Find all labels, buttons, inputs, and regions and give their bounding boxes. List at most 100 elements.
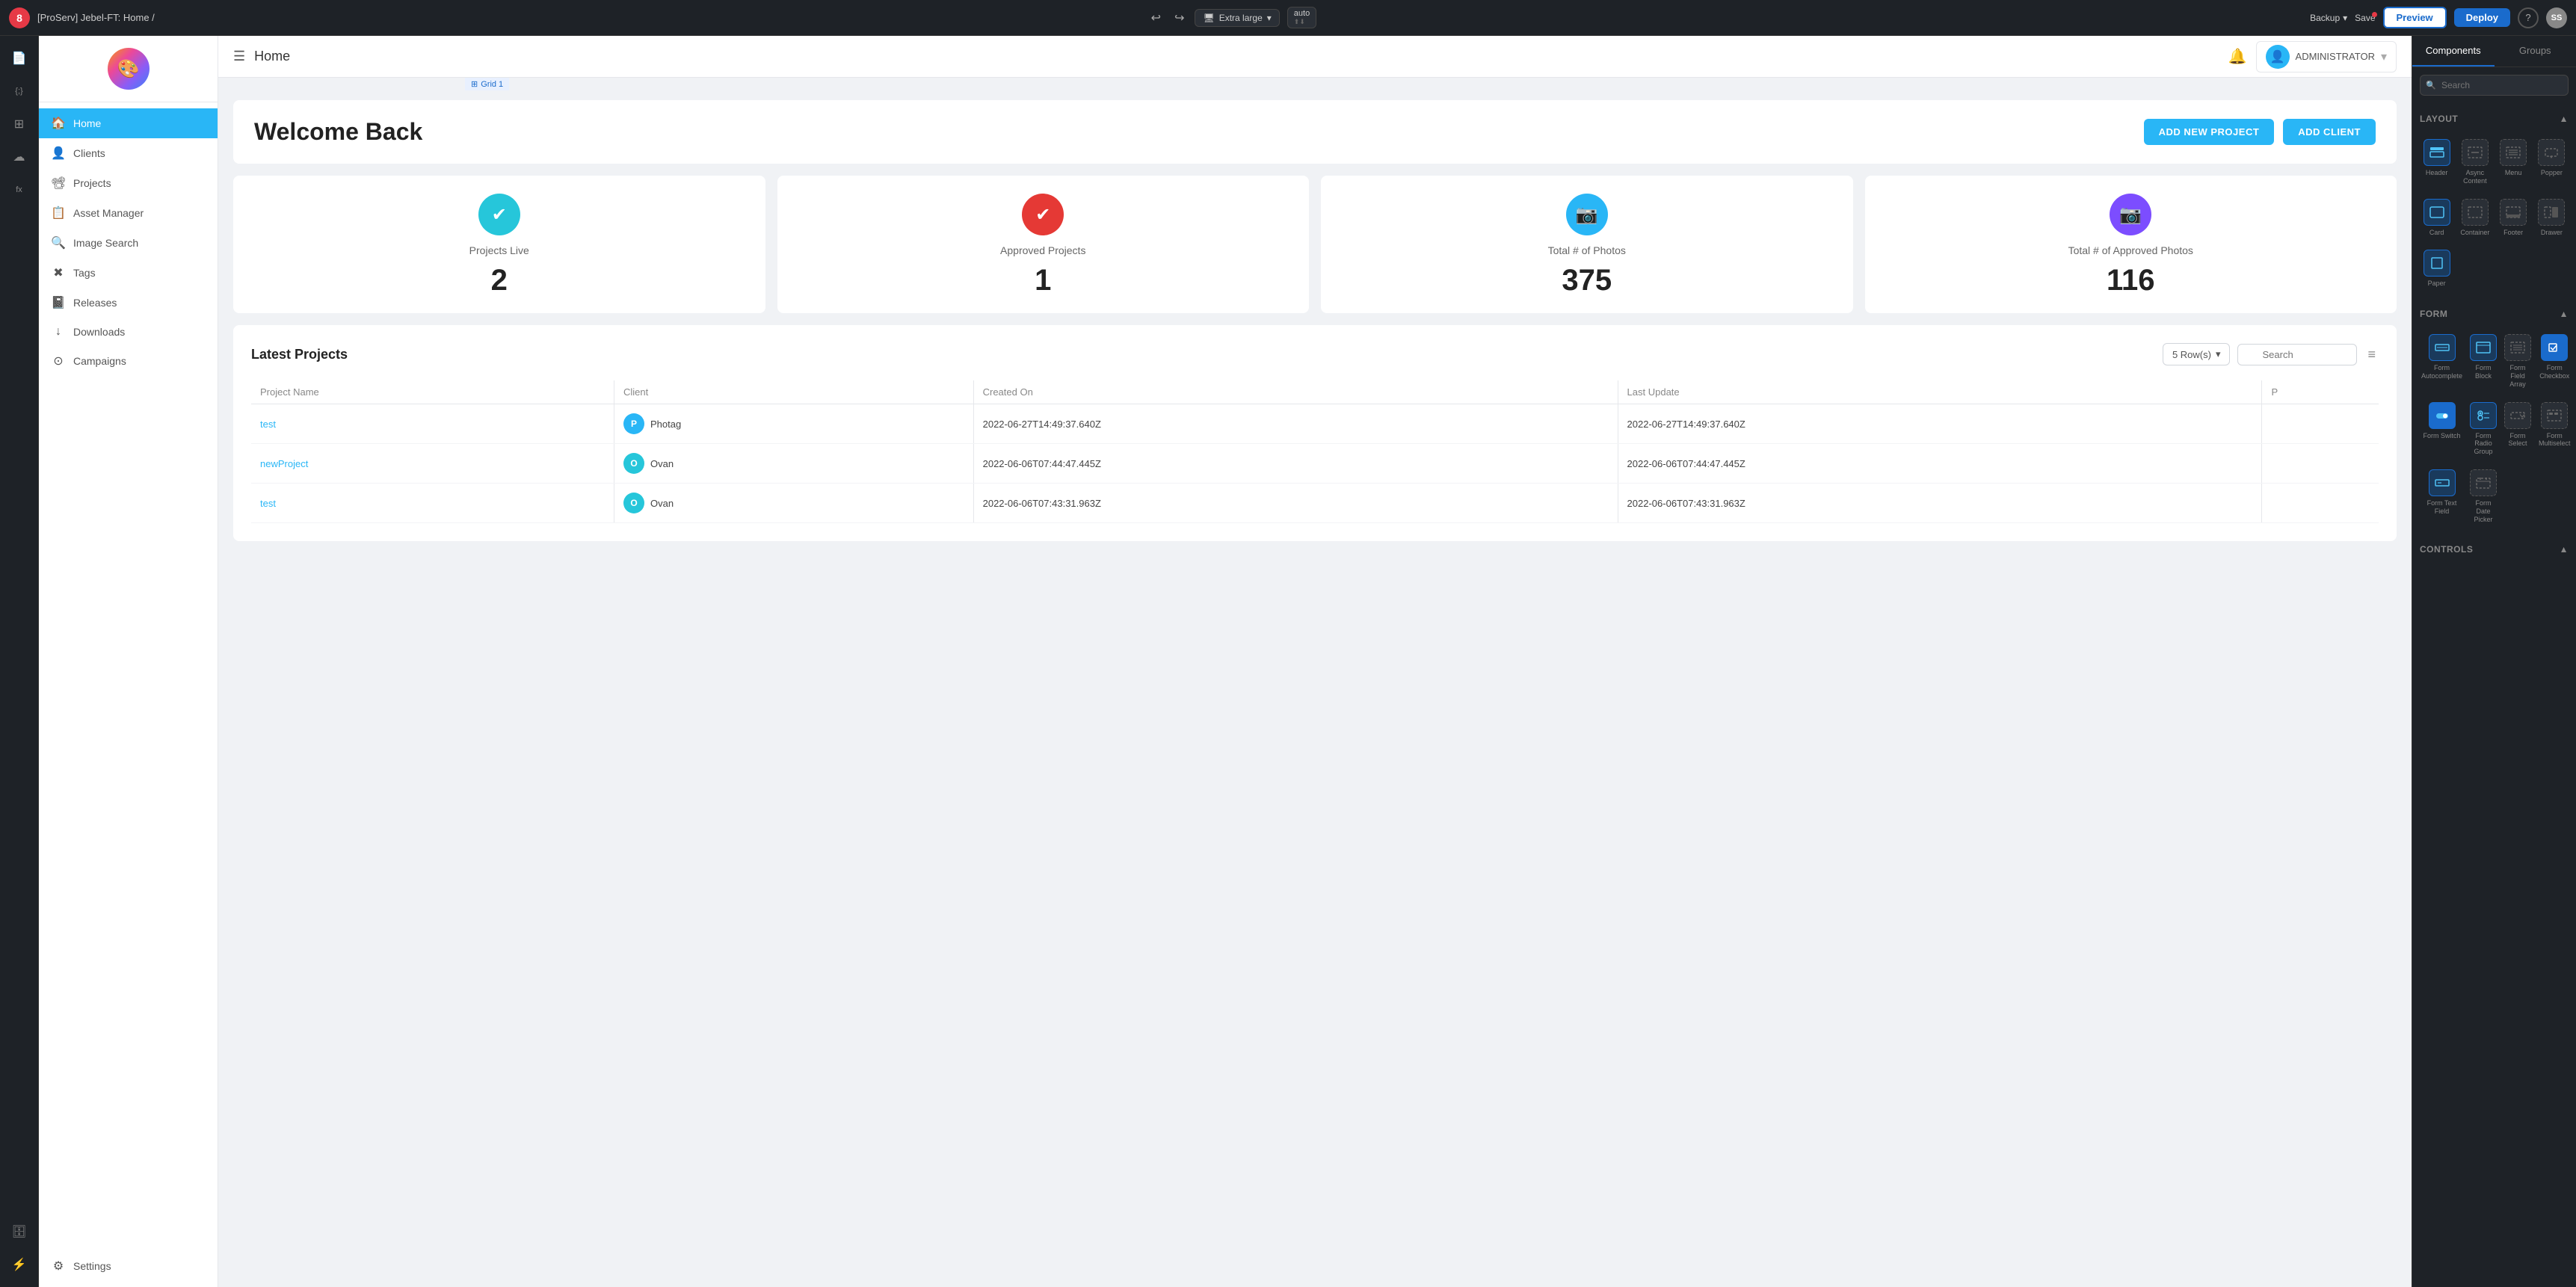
stat-label-projects-live: Projects Live <box>469 244 529 256</box>
layout-component-grid: Header Async Content Menu <box>2420 135 2569 292</box>
component-form-multiselect[interactable]: Form Multiselect <box>2537 398 2572 460</box>
sidebar-item-home[interactable]: 🏠 Home <box>39 108 218 138</box>
sidebar-logo: 🎨 <box>108 48 150 90</box>
admin-avatar-icon: 👤 <box>2266 45 2290 69</box>
hamburger-icon[interactable]: ☰ <box>233 49 245 64</box>
sidebar-logo-area: 🎨 <box>39 36 218 102</box>
client-badge: O <box>623 493 644 513</box>
form-autocomplete-icon <box>2429 334 2456 361</box>
layers-icon[interactable]: ⊞ <box>6 111 33 138</box>
home-icon: 🏠 <box>51 116 66 131</box>
add-new-project-button[interactable]: ADD NEW PROJECT <box>2144 119 2275 145</box>
redo-button[interactable]: ↪ <box>1171 7 1187 28</box>
form-component-grid: Form Autocomplete Form Block Form Field … <box>2420 330 2569 528</box>
page-icon[interactable]: 📄 <box>6 45 33 72</box>
releases-icon: 📓 <box>51 295 66 310</box>
rows-select[interactable]: 5 Row(s) ▾ <box>2163 343 2231 365</box>
latest-projects-title: Latest Projects <box>251 347 348 362</box>
client-name: Photag <box>650 419 681 430</box>
project-link[interactable]: newProject <box>260 458 308 469</box>
component-form-block[interactable]: Form Block <box>2468 330 2498 392</box>
auto-selector[interactable]: auto ⬆⬇ <box>1287 7 1316 28</box>
project-name-cell: test <box>251 404 614 444</box>
preview-button[interactable]: Preview <box>2383 7 2447 28</box>
sidebar-item-asset-manager[interactable]: 📋 Asset Manager <box>39 198 218 228</box>
projects-table: Project Name Client Created On Last Upda… <box>251 380 2379 523</box>
component-card[interactable]: Card <box>2420 194 2453 241</box>
sidebar-item-image-search[interactable]: 🔍 Image Search <box>39 228 218 258</box>
project-name-cell: newProject <box>251 444 614 484</box>
form-switch-icon <box>2429 402 2456 429</box>
user-avatar[interactable]: SS <box>2546 7 2567 28</box>
notification-bell-icon[interactable]: 🔔 <box>2228 47 2247 66</box>
sidebar-item-projects[interactable]: 📽 Projects <box>39 168 218 198</box>
client-info: O Ovan <box>623 493 964 513</box>
project-link[interactable]: test <box>260 419 276 430</box>
component-form-switch[interactable]: Form Switch <box>2420 398 2464 460</box>
component-container[interactable]: Container <box>2458 194 2492 241</box>
panel-tabs: Components Groups <box>2412 36 2576 67</box>
stat-label-total-photos: Total # of Photos <box>1548 244 1626 256</box>
component-paper[interactable]: Paper <box>2420 245 2453 292</box>
tab-components[interactable]: Components <box>2412 36 2495 67</box>
tab-groups[interactable]: Groups <box>2495 36 2576 67</box>
help-button[interactable]: ? <box>2518 7 2539 28</box>
component-form-checkbox[interactable]: Form Checkbox <box>2537 330 2572 392</box>
sidebar-item-campaigns[interactable]: ⊙ Campaigns <box>39 346 218 376</box>
project-link[interactable]: test <box>260 498 276 509</box>
component-form-radio-group[interactable]: Form Radio Group <box>2468 398 2498 460</box>
component-form-field-array[interactable]: Form Field Array <box>2503 330 2533 392</box>
filter-button[interactable]: ≡ <box>2364 344 2379 365</box>
database-icon[interactable]: 🗄 <box>6 1218 33 1245</box>
sidebar-item-releases[interactable]: 📓 Releases <box>39 288 218 318</box>
form-section-title[interactable]: Form ▲ <box>2420 304 2569 324</box>
sidebar-item-tags[interactable]: ✖ Tags <box>39 258 218 288</box>
rows-chevron-icon: ▾ <box>2216 348 2221 360</box>
save-button[interactable]: Save <box>2355 13 2375 23</box>
backup-button[interactable]: Backup ▾ <box>2310 13 2347 23</box>
component-form-text-field[interactable]: Form Text Field <box>2420 465 2464 528</box>
component-footer[interactable]: Footer <box>2497 194 2530 241</box>
component-drawer[interactable]: Drawer <box>2535 194 2569 241</box>
component-header[interactable]: Header <box>2420 135 2453 190</box>
code-icon[interactable]: {;} <box>6 78 33 105</box>
tags-icon: ✖ <box>51 265 66 280</box>
table-header-row: Project Name Client Created On Last Upda… <box>251 380 2379 404</box>
panel-search <box>2420 75 2569 96</box>
client-info: P Photag <box>623 413 964 434</box>
component-form-date-picker[interactable]: Form Date Picker <box>2468 465 2498 528</box>
icon-bar: 📄 {;} ⊞ ☁ fx 🗄 ⚡ <box>0 36 39 1287</box>
component-async-content[interactable]: Async Content <box>2458 135 2492 190</box>
client-badge: O <box>623 453 644 474</box>
sliders-icon[interactable]: ⚡ <box>6 1251 33 1278</box>
deploy-button[interactable]: Deploy <box>2454 8 2510 27</box>
client-info: O Ovan <box>623 453 964 474</box>
stat-value-total-photos: 375 <box>1562 265 1612 295</box>
sidebar-item-clients[interactable]: 👤 Clients <box>39 138 218 168</box>
sidebar-item-downloads[interactable]: ↓ Downloads <box>39 318 218 346</box>
controls-section-title[interactable]: Controls ▲ <box>2420 540 2569 559</box>
monitor-icon: 🖥 <box>1203 13 1214 23</box>
panel-search-input[interactable] <box>2420 75 2569 96</box>
total-photos-icon: 📷 <box>1566 194 1608 235</box>
header-component-icon <box>2424 139 2450 166</box>
add-client-button[interactable]: ADD CLIENT <box>2283 119 2376 145</box>
globe-icon[interactable]: ☁ <box>6 143 33 170</box>
controls-section: Controls ▲ <box>2412 534 2576 565</box>
projects-search-input[interactable] <box>2237 344 2357 365</box>
layout-section-title[interactable]: Layout ▲ <box>2420 109 2569 129</box>
admin-badge[interactable]: 👤 ADMINISTRATOR ▾ <box>2256 41 2397 72</box>
form-field-array-icon <box>2504 334 2531 361</box>
sidebar-item-label: Downloads <box>73 326 125 338</box>
sidebar-item-settings[interactable]: ⚙ Settings <box>39 1251 218 1281</box>
undo-button[interactable]: ↩ <box>1148 7 1164 28</box>
admin-label: ADMINISTRATOR <box>2296 51 2375 62</box>
component-popper[interactable]: Popper <box>2535 135 2569 190</box>
component-menu[interactable]: Menu <box>2497 135 2530 190</box>
approved-photos-icon: 📷 <box>2110 194 2151 235</box>
function-icon[interactable]: fx <box>6 176 33 203</box>
device-selector[interactable]: 🖥 Extra large ▾ <box>1195 9 1279 27</box>
component-form-select[interactable]: Form Select <box>2503 398 2533 460</box>
col-created-on: Created On <box>973 380 1618 404</box>
component-form-autocomplete[interactable]: Form Autocomplete <box>2420 330 2464 392</box>
